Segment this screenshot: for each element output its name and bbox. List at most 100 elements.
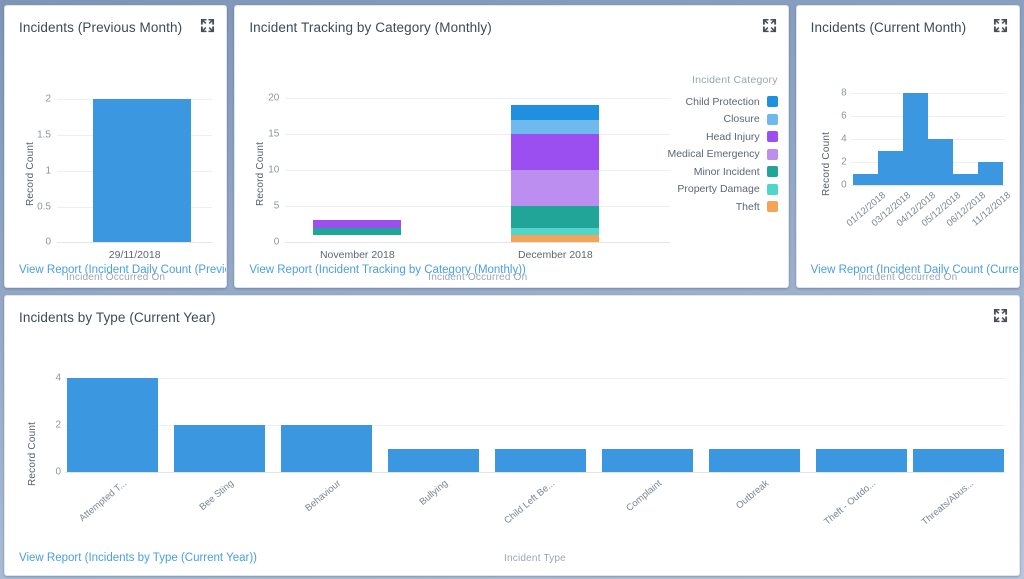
x-axis-title: Incident Occurred On [797, 272, 1019, 283]
y-tick-label: 1.5 [23, 130, 51, 141]
card-title-incident-tracking: Incident Tracking by Category (Monthly) [235, 6, 787, 36]
bar-threats-abus[interactable] [913, 449, 1004, 473]
y-tick-label: 10 [251, 165, 279, 176]
gridline [285, 134, 670, 135]
y-tick-label: 2 [23, 94, 51, 105]
bar-01-12-2018[interactable] [853, 174, 878, 186]
bar-11-12-2018[interactable] [978, 162, 1003, 185]
gridline [851, 116, 1005, 117]
legend-title: Incident Category [648, 74, 778, 86]
bar-06-12-2018[interactable] [953, 174, 978, 186]
y-tick-label: 2 [33, 420, 61, 431]
x-tick-label: December 2018 [495, 249, 615, 261]
legend-item-minor-incident[interactable]: Minor Incident [648, 163, 778, 181]
stack-segment-december-property-damage[interactable] [511, 228, 599, 235]
chart-legend: Incident Category Child Protection Closu… [648, 74, 778, 216]
legend-swatch-icon [767, 166, 778, 177]
x-tick-label: Child Left Be... [480, 478, 558, 546]
dashboard-bottom-row: Incidents by Type (Current Year) Record … [4, 295, 1020, 576]
legend-label: Theft [736, 201, 760, 213]
legend-item-property-damage[interactable]: Property Damage [648, 181, 778, 199]
stack-segment-december-child-protection[interactable] [511, 105, 599, 119]
legend-label: Minor Incident [694, 166, 760, 178]
bar-bullying[interactable] [388, 449, 479, 473]
legend-label: Property Damage [677, 183, 759, 195]
axis-baseline [65, 472, 1005, 473]
card-title-current-month: Incidents (Current Month) [797, 6, 1019, 36]
bar-complaint[interactable] [602, 449, 693, 473]
legend-item-child-protection[interactable]: Child Protection [648, 93, 778, 111]
x-axis-title: Incident Occurred On [5, 272, 226, 283]
x-tick-label: Behaviour [266, 478, 344, 546]
bar-bee-sting[interactable] [174, 425, 265, 472]
stack-segment-november-head-injury[interactable] [313, 220, 401, 227]
legend-label: Child Protection [686, 96, 760, 108]
card-incidents-by-type-current-year: Incidents by Type (Current Year) Record … [4, 295, 1020, 576]
stack-segment-december-theft[interactable] [511, 235, 599, 242]
legend-item-medical-emergency[interactable]: Medical Emergency [648, 146, 778, 164]
legend-item-head-injury[interactable]: Head Injury [648, 128, 778, 146]
expand-icon[interactable] [993, 308, 1008, 323]
axis-baseline [285, 242, 670, 243]
gridline [285, 206, 670, 207]
y-tick-label: 5 [251, 201, 279, 212]
stack-segment-december-medical-emergency[interactable] [511, 170, 599, 206]
x-axis-title: Incident Type [65, 553, 1005, 564]
legend-swatch-icon [767, 184, 778, 195]
bar-05-12-2018[interactable] [928, 139, 953, 185]
bar-attempted-t[interactable] [67, 378, 158, 472]
legend-label: Head Injury [706, 131, 760, 143]
y-tick-label: 0 [819, 180, 847, 191]
legend-item-theft[interactable]: Theft [648, 198, 778, 216]
dashboard-top-row: Incidents (Previous Month) Record Count [4, 5, 1020, 288]
x-tick-label: 29/11/2018 [57, 249, 212, 261]
y-tick-label: 20 [251, 93, 279, 104]
y-tick-label: 0 [251, 237, 279, 248]
x-tick-label: Bee Sting [159, 478, 237, 546]
card-incidents-previous-month: Incidents (Previous Month) Record Count [4, 5, 227, 288]
card-title-incidents-by-type: Incidents by Type (Current Year) [5, 296, 1019, 326]
bar-theft-outdo[interactable] [816, 449, 907, 473]
legend-swatch-icon [767, 114, 778, 125]
expand-icon[interactable] [762, 18, 777, 33]
expand-icon[interactable] [200, 18, 215, 33]
legend-swatch-icon [767, 131, 778, 142]
y-tick-label: 15 [251, 129, 279, 140]
stack-segment-november-minor-incident[interactable] [313, 228, 401, 235]
x-tick-label: Threats/Abus... [899, 478, 977, 546]
legend-item-closure[interactable]: Closure [648, 111, 778, 129]
y-tick-label: 4 [819, 134, 847, 145]
bar-04-12-2018[interactable] [903, 93, 928, 185]
expand-icon[interactable] [993, 18, 1008, 33]
x-tick-label: Complaint [587, 478, 665, 546]
stack-segment-december-closure[interactable] [511, 120, 599, 134]
card-title-previous-month: Incidents (Previous Month) [5, 6, 226, 36]
x-tick-label: Attempted T... [52, 478, 130, 546]
card-incident-tracking-by-category: Incident Tracking by Category (Monthly) … [234, 5, 788, 288]
stack-segment-december-head-injury[interactable] [511, 134, 599, 170]
bar-29-11-2018[interactable] [93, 99, 191, 242]
gridline [285, 98, 670, 99]
chart-incident-tracking: Record Count 20 15 10 5 0 [235, 36, 787, 260]
y-tick-label: 0 [23, 237, 51, 248]
y-tick-label: 8 [819, 88, 847, 99]
legend-swatch-icon [767, 149, 778, 160]
bar-behaviour[interactable] [281, 425, 372, 472]
y-tick-label: 1 [23, 166, 51, 177]
gridline [851, 93, 1005, 94]
gridline [65, 378, 1005, 379]
chart-incidents-by-type: Record Count 4 2 0 Attempted T... [5, 326, 1019, 548]
legend-label: Closure [723, 113, 759, 125]
legend-swatch-icon [767, 96, 778, 107]
bar-03-12-2018[interactable] [878, 151, 903, 186]
x-axis-title: Incident Occurred On [285, 272, 670, 283]
stack-segment-december-minor-incident[interactable] [511, 206, 599, 228]
bar-child-left-be[interactable] [495, 449, 586, 473]
bar-outbreak[interactable] [709, 449, 800, 473]
card-incidents-current-month: Incidents (Current Month) Record Count [796, 5, 1020, 288]
y-tick-label: 2 [819, 157, 847, 168]
legend-label: Medical Emergency [667, 148, 759, 160]
x-tick-label: Theft - Outdo... [801, 478, 879, 546]
axis-baseline [851, 185, 1005, 186]
gridline [285, 170, 670, 171]
